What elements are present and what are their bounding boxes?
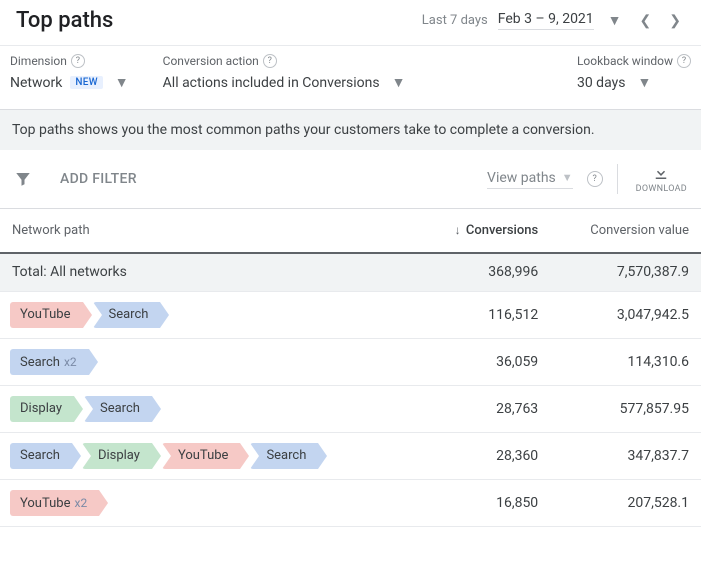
conversions-cell: 16,850 xyxy=(418,479,550,526)
column-header-conversions[interactable]: ↓ Conversions xyxy=(418,209,550,253)
path-chip-search: Search xyxy=(10,443,72,469)
date-preset-label: Last 7 days xyxy=(422,13,488,28)
path-cell: Search Display YouTube Search xyxy=(0,432,418,479)
add-filter-button[interactable]: ADD FILTER xyxy=(60,171,137,187)
conversions-cell: 28,360 xyxy=(418,432,550,479)
filter-icon[interactable] xyxy=(14,170,32,188)
value-cell: 207,528.1 xyxy=(550,479,701,526)
page-header: Top paths Last 7 days Feb 3 – 9, 2021 ▼ … xyxy=(0,0,701,45)
lookback-label: Lookback window ? xyxy=(577,54,691,68)
help-icon[interactable]: ? xyxy=(263,54,277,68)
help-icon[interactable]: ? xyxy=(71,54,85,68)
view-paths-dropdown[interactable]: View paths ▼ xyxy=(487,170,573,189)
download-button[interactable]: DOWNLOAD xyxy=(617,164,687,194)
sort-descending-icon: ↓ xyxy=(455,223,461,237)
dimension-label: Dimension ? xyxy=(10,54,133,68)
table-row[interactable]: Search Display YouTube Search 28,360347,837.… xyxy=(0,432,701,479)
next-period-button[interactable]: ❯ xyxy=(665,9,685,33)
conversions-cell: 28,763 xyxy=(418,385,550,432)
path-cell: Display Search xyxy=(0,385,418,432)
chevron-down-icon[interactable]: ▼ xyxy=(111,70,133,95)
value-cell: 577,857.95 xyxy=(550,385,701,432)
total-value: 7,570,387.9 xyxy=(550,253,701,291)
path-chip-search: Search xyxy=(93,302,161,328)
table-row[interactable]: YouTubex2 16,850207,528.1 xyxy=(0,479,701,526)
column-header-value[interactable]: Conversion value xyxy=(550,209,701,253)
table-row[interactable]: YouTube Search 116,5123,047,942.5 xyxy=(0,291,701,338)
date-range-selector: Last 7 days Feb 3 – 9, 2021 ▼ ❮ ❯ xyxy=(422,8,685,33)
path-chip-youtube: YouTube xyxy=(10,302,83,328)
path-cell: YouTubex2 xyxy=(0,479,418,526)
help-icon[interactable]: ? xyxy=(587,171,603,187)
page-title: Top paths xyxy=(16,8,113,33)
table-toolbar: ADD FILTER View paths ▼ ? DOWNLOAD xyxy=(0,150,701,209)
conversion-action-value: All actions included in Conversions xyxy=(163,75,380,91)
path-chip-search: Search xyxy=(84,396,152,422)
help-icon[interactable]: ? xyxy=(677,54,691,68)
path-chip-display: Display xyxy=(10,396,74,422)
path-chip-search: Searchx2 xyxy=(10,349,89,375)
value-cell: 3,047,942.5 xyxy=(550,291,701,338)
lookback-value: 30 days xyxy=(577,75,625,91)
new-badge: NEW xyxy=(70,76,102,89)
dimension-filter[interactable]: Dimension ? Network NEW ▼ xyxy=(10,54,133,95)
path-chip-youtube: YouTubex2 xyxy=(10,490,99,516)
total-label: Total: All networks xyxy=(0,253,418,291)
date-range-value[interactable]: Feb 3 – 9, 2021 xyxy=(498,11,594,30)
lookback-filter[interactable]: Lookback window ? 30 days ▼ xyxy=(577,54,691,95)
total-conversions: 368,996 xyxy=(418,253,550,291)
value-cell: 347,837.7 xyxy=(550,432,701,479)
chevron-down-icon[interactable]: ▼ xyxy=(388,70,410,95)
table-row[interactable]: Searchx2 36,059114,310.6 xyxy=(0,338,701,385)
column-header-path[interactable]: Network path xyxy=(0,209,418,253)
path-cell: YouTube Search xyxy=(0,291,418,338)
conversion-action-label: Conversion action ? xyxy=(163,54,410,68)
path-chip-youtube: YouTube xyxy=(162,443,241,469)
filters-row: Dimension ? Network NEW ▼ Conversion act… xyxy=(0,45,701,109)
chevron-down-icon[interactable]: ▼ xyxy=(633,70,655,95)
path-cell: Searchx2 xyxy=(0,338,418,385)
chevron-down-icon[interactable]: ▼ xyxy=(604,8,626,33)
conversions-cell: 116,512 xyxy=(418,291,550,338)
conversions-cell: 36,059 xyxy=(418,338,550,385)
value-cell: 114,310.6 xyxy=(550,338,701,385)
download-icon xyxy=(652,164,670,182)
conversion-action-filter[interactable]: Conversion action ? All actions included… xyxy=(163,54,410,95)
path-chip-search: Search xyxy=(250,443,318,469)
total-row: Total: All networks368,9967,570,387.9 xyxy=(0,253,701,291)
chevron-down-icon: ▼ xyxy=(562,171,573,184)
paths-table: Network path ↓ Conversions Conversion va… xyxy=(0,209,701,527)
table-row[interactable]: Display Search 28,763577,857.95 xyxy=(0,385,701,432)
previous-period-button[interactable]: ❮ xyxy=(636,9,656,33)
path-chip-display: Display xyxy=(82,443,152,469)
dimension-value: Network xyxy=(10,75,62,91)
page-description: Top paths shows you the most common path… xyxy=(0,109,701,150)
